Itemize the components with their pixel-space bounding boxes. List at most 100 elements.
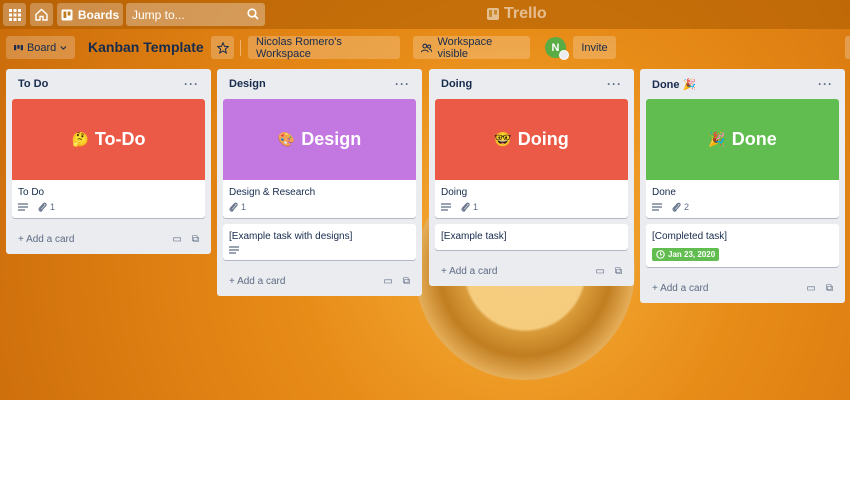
- camera-icon[interactable]: ▭: [806, 283, 815, 294]
- description-badge: [229, 246, 239, 254]
- template-icon[interactable]: ⧉: [615, 266, 622, 277]
- attachment-count: 2: [684, 202, 690, 212]
- cover-text: Design: [301, 129, 362, 149]
- due-date-badge[interactable]: Jan 23, 2020: [652, 248, 720, 261]
- cover-text: To-Do: [94, 129, 146, 149]
- description-icon: [652, 203, 662, 211]
- list-title[interactable]: Design: [229, 78, 266, 90]
- list-menu-icon[interactable]: ···: [818, 77, 833, 91]
- list-menu-icon[interactable]: ···: [607, 77, 622, 91]
- card-cover: 🤓 Doing: [435, 99, 628, 180]
- due-date-text: Jan 23, 2020: [668, 250, 716, 259]
- add-card-row: + Add a card ▭ ⧉: [12, 224, 205, 254]
- description-badge: [441, 203, 451, 211]
- visibility-label: Workspace visible: [437, 35, 493, 60]
- star-icon: [216, 41, 229, 54]
- chevron-down-icon: [60, 45, 67, 50]
- description-badge: [652, 203, 662, 211]
- add-card-label: Add a card: [237, 275, 286, 287]
- home-icon: [35, 8, 48, 21]
- add-card-label: Add a card: [449, 265, 498, 277]
- trello-logo[interactable]: Trello: [487, 5, 547, 23]
- star-board-button[interactable]: [211, 36, 234, 59]
- thinking-emoji-icon: 🤔: [71, 131, 89, 147]
- list-menu-icon[interactable]: ···: [184, 77, 199, 91]
- search-input[interactable]: Jump to...: [126, 3, 265, 26]
- card-to-do[interactable]: 🤔 To-Do To Do 1: [12, 99, 205, 218]
- add-card-label: Add a card: [26, 233, 75, 245]
- boards-label: Boards: [77, 7, 120, 22]
- template-icon[interactable]: ⧉: [826, 283, 833, 294]
- member-avatar[interactable]: N: [545, 37, 569, 60]
- invite-button[interactable]: Invite: [573, 36, 616, 59]
- list-title[interactable]: Doing: [441, 78, 472, 90]
- card-cover: 🎉 Done: [646, 99, 839, 180]
- add-card-button[interactable]: + Add a card: [441, 266, 497, 277]
- list-header[interactable]: Doing ···: [435, 69, 628, 99]
- visibility-button[interactable]: Workspace visible: [413, 35, 530, 60]
- list-header[interactable]: To Do ···: [12, 69, 205, 99]
- avatar-initial: N: [551, 41, 560, 54]
- list-menu-icon[interactable]: ···: [395, 77, 410, 91]
- card-example-task-with-designs[interactable]: [Example task with designs]: [223, 224, 416, 260]
- party-emoji-icon: 🎉: [708, 131, 726, 147]
- paperclip-icon: [461, 202, 470, 212]
- card-badges: 2: [646, 202, 839, 218]
- list-header[interactable]: Design ···: [223, 69, 416, 99]
- card-title: Design & Research: [229, 187, 316, 198]
- camera-icon[interactable]: ▭: [383, 276, 392, 287]
- header-divider: [240, 40, 241, 56]
- add-card-label: Add a card: [660, 282, 709, 294]
- cover-text: Done: [731, 129, 777, 149]
- card-title: Doing: [441, 187, 468, 198]
- card-done[interactable]: 🎉 Done Done 2: [646, 99, 839, 218]
- boards-button[interactable]: Boards: [57, 3, 123, 26]
- clock-icon: [656, 250, 665, 259]
- board-menu-button[interactable]: [845, 36, 850, 59]
- card-title: [Completed task]: [652, 231, 728, 242]
- board-view-switcher[interactable]: Board: [6, 36, 75, 59]
- list-title-wrap[interactable]: Done 🎉: [652, 78, 696, 91]
- board-view-label: Board: [26, 41, 57, 54]
- admin-indicator: [559, 50, 569, 60]
- card-doing[interactable]: 🤓 Doing Doing 1: [435, 99, 628, 218]
- app-name: Trello: [504, 5, 547, 22]
- card-title: Done: [652, 187, 676, 198]
- list-design: Design ··· 🎨 Design Design & Research 1 …: [217, 69, 422, 296]
- attachment-count: 1: [50, 202, 56, 212]
- card-actions: ▭ ⧉: [383, 276, 410, 287]
- camera-icon[interactable]: ▭: [172, 234, 181, 245]
- paperclip-icon: [672, 202, 681, 212]
- attachment-badge: 1: [229, 202, 246, 212]
- list-done: Done 🎉 ··· 🎉 Done Done 2 [Completed task…: [640, 69, 845, 303]
- card-title: To Do: [18, 187, 45, 198]
- trello-board-background: Boards Jump to... Trello Board Kanban Te…: [0, 0, 850, 400]
- add-card-button[interactable]: + Add a card: [652, 283, 708, 294]
- apps-button[interactable]: [3, 3, 26, 26]
- add-card-button[interactable]: + Add a card: [18, 234, 74, 245]
- card-example-task[interactable]: [Example task]: [435, 224, 628, 250]
- top-navigation-bar: Boards Jump to... Trello: [0, 0, 850, 29]
- card-badges: 1: [223, 202, 416, 218]
- attachment-badge: 1: [38, 202, 55, 212]
- template-icon[interactable]: ⧉: [403, 276, 410, 287]
- description-icon: [441, 203, 451, 211]
- paperclip-icon: [38, 202, 47, 212]
- card-design[interactable]: 🎨 Design Design & Research 1: [223, 99, 416, 218]
- card-completed-task[interactable]: [Completed task] Jan 23, 2020: [646, 224, 839, 267]
- card-actions: ▭ ⧉: [172, 234, 199, 245]
- card-title: [Example task]: [441, 231, 507, 242]
- card-title: [Example task with designs]: [229, 231, 353, 242]
- camera-icon[interactable]: ▭: [595, 266, 604, 277]
- cover-text: Doing: [517, 129, 569, 149]
- trello-logo-icon: [487, 8, 499, 20]
- template-icon[interactable]: ⧉: [192, 234, 199, 245]
- home-button[interactable]: [30, 3, 53, 26]
- board-title[interactable]: Kanban Template: [88, 39, 204, 55]
- list-title[interactable]: To Do: [18, 78, 48, 90]
- list-header[interactable]: Done 🎉 ···: [646, 69, 839, 99]
- attachment-count: 1: [473, 202, 479, 212]
- add-card-button[interactable]: + Add a card: [229, 276, 285, 287]
- add-card-row: + Add a card ▭ ⧉: [646, 273, 839, 303]
- workspace-button[interactable]: Nicolas Romero's Workspace: [248, 36, 400, 60]
